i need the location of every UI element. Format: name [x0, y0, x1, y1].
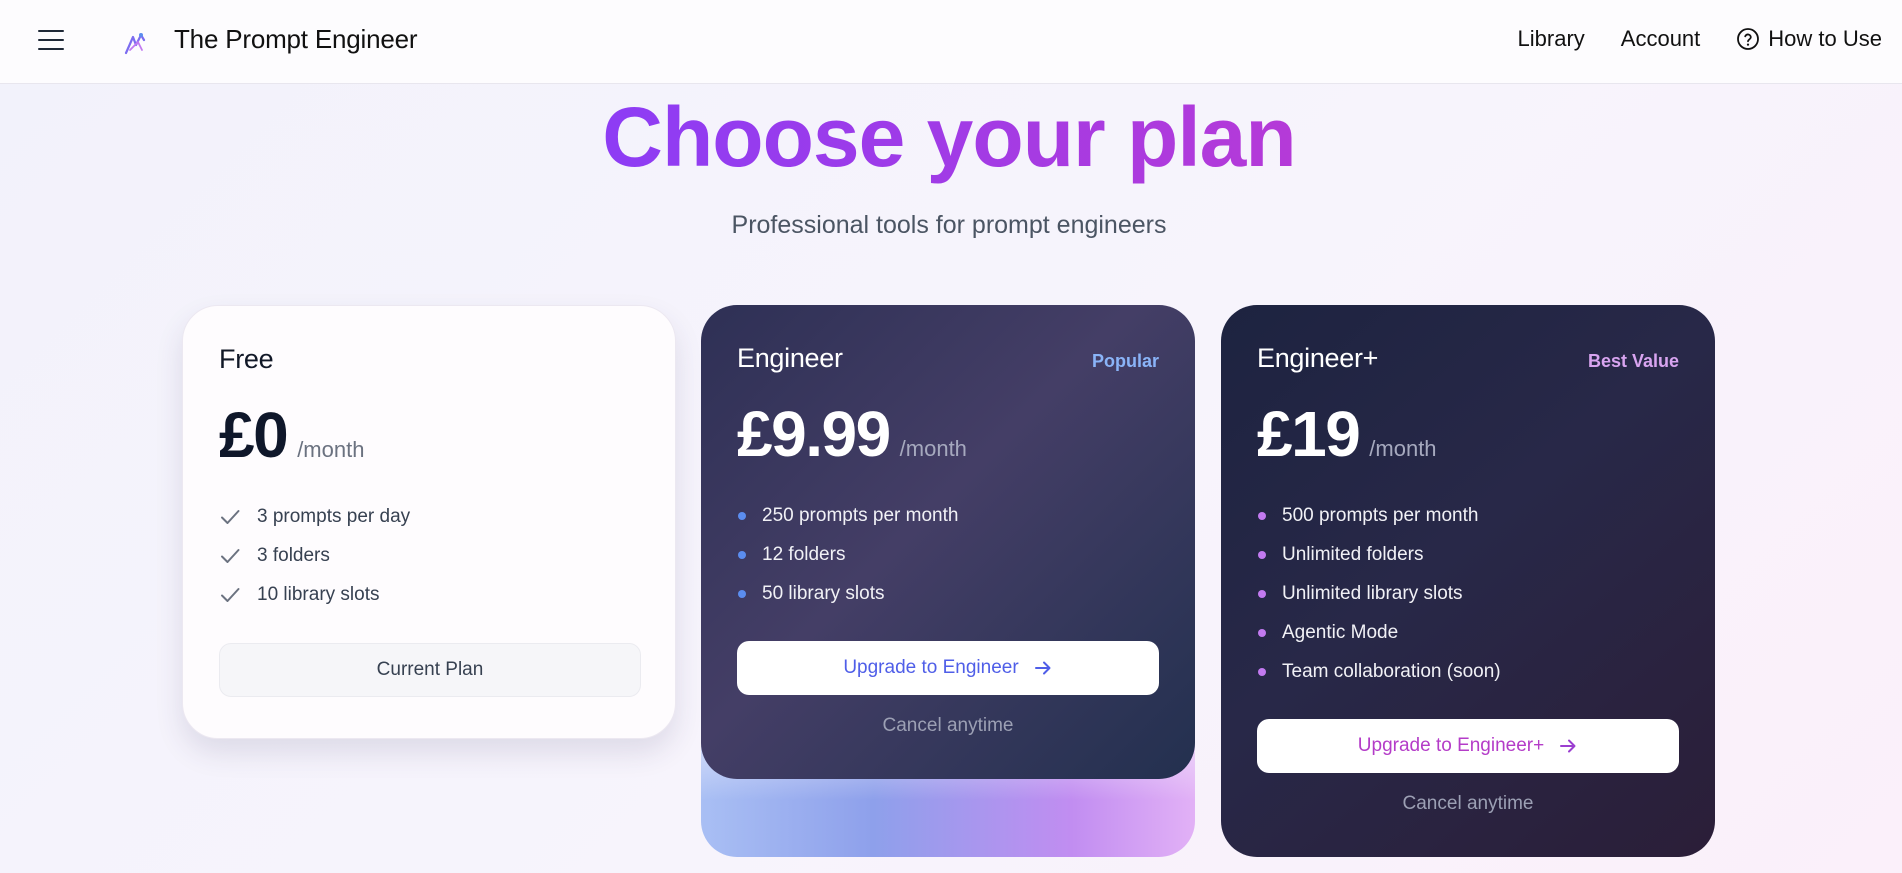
plan-period: /month	[297, 437, 365, 462]
plan-card-header: Engineer+ Best Value	[1257, 343, 1679, 374]
list-item: 50 library slots	[737, 574, 1159, 613]
feature-list: 3 prompts per day 3 folders 10 library s…	[219, 497, 639, 614]
bullet-dot-icon	[1258, 628, 1266, 637]
feature-text: 3 prompts per day	[257, 505, 411, 527]
cancel-anytime-note: Cancel anytime	[882, 715, 1014, 736]
logo-icon[interactable]	[120, 28, 150, 58]
plan-price: £0	[219, 399, 289, 471]
bullet-dot-icon	[1258, 550, 1266, 559]
upgrade-engineer-button[interactable]: Upgrade to Engineer	[737, 641, 1159, 695]
check-icon	[221, 509, 240, 524]
price-row: £0 /month	[219, 397, 639, 473]
plan-name: Engineer	[737, 343, 843, 373]
check-icon	[221, 548, 240, 563]
list-item: 250 prompts per month	[737, 496, 1159, 535]
feature-text: Agentic Mode	[1282, 621, 1399, 643]
feature-text: Unlimited library slots	[1282, 582, 1463, 604]
arrow-right-icon	[1034, 661, 1051, 675]
bullet-dot-icon	[738, 550, 746, 559]
plan-card-free: Free £0 /month 3 prompts per day 3 folde…	[182, 305, 676, 739]
plan-card-header: Free	[219, 344, 639, 375]
bullet-dot-icon	[1258, 667, 1266, 676]
feature-text: 500 prompts per month	[1282, 504, 1479, 526]
plan-card-engineer-plus: Engineer+ Best Value £19 /month 500 prom…	[1221, 305, 1715, 857]
bullet-dot-icon	[738, 589, 746, 598]
arrow-right-icon	[1560, 739, 1576, 753]
bullet-dot-icon	[1258, 589, 1266, 598]
feature-text: 10 library slots	[257, 583, 380, 605]
plan-name: Free	[219, 344, 274, 374]
feature-text: 50 library slots	[762, 582, 885, 604]
list-item: Unlimited library slots	[1257, 574, 1679, 613]
bullet-dot-icon	[1258, 511, 1266, 520]
plan-price: £19	[1257, 398, 1361, 470]
nav-how-to-use-link[interactable]: How to Use	[1736, 26, 1882, 52]
upgrade-engineer-plus-label: Upgrade to Engineer+	[1357, 735, 1545, 756]
popular-badge: Popular	[1091, 351, 1159, 371]
plan-price: £9.99	[737, 398, 891, 470]
top-navigation-bar: The Prompt Engineer Library Account How …	[0, 0, 1902, 84]
list-item: 10 library slots	[219, 575, 639, 614]
upgrade-engineer-label: Upgrade to Engineer	[843, 657, 1019, 678]
plan-card-engineer: Engineer Popular £9.99 /month 250 prompt…	[701, 305, 1195, 779]
nav-account-link[interactable]: Account	[1621, 26, 1701, 52]
cancel-anytime-note: Cancel anytime	[1402, 793, 1534, 814]
current-plan-button[interactable]: Current Plan	[219, 643, 641, 697]
feature-text: 3 folders	[257, 544, 330, 566]
feature-text: 250 prompts per month	[762, 504, 959, 526]
nav-library-link[interactable]: Library	[1518, 26, 1585, 52]
plan-card-header: Engineer Popular	[737, 343, 1159, 374]
list-item: Unlimited folders	[1257, 535, 1679, 574]
list-item: Agentic Mode	[1257, 613, 1679, 652]
list-item: 3 folders	[219, 536, 639, 575]
main-nav: Library Account How to Use	[1482, 26, 1882, 52]
hamburger-menu-icon[interactable]	[38, 30, 64, 52]
feature-list: 250 prompts per month 12 folders 50 libr…	[737, 496, 1159, 613]
brand-name[interactable]: The Prompt Engineer	[174, 24, 418, 55]
price-row: £19 /month	[1257, 396, 1679, 472]
upgrade-engineer-plus-button[interactable]: Upgrade to Engineer+	[1257, 719, 1679, 773]
check-icon	[221, 587, 240, 602]
list-item: 12 folders	[737, 535, 1159, 574]
bullet-dot-icon	[738, 511, 746, 520]
best-value-badge: Best Value	[1587, 351, 1679, 371]
feature-text: Team collaboration (soon)	[1282, 660, 1501, 682]
feature-text: Unlimited folders	[1282, 543, 1424, 565]
plan-name: Engineer+	[1257, 343, 1379, 373]
list-item: 3 prompts per day	[219, 497, 639, 536]
feature-text: 12 folders	[762, 543, 846, 565]
page-title: Choose your plan	[0, 84, 1898, 190]
price-row: £9.99 /month	[737, 396, 1159, 472]
question-circle-icon	[1737, 28, 1760, 50]
list-item: Team collaboration (soon)	[1257, 652, 1679, 691]
page-subtitle: Professional tools for prompt engineers	[731, 211, 1167, 239]
list-item: 500 prompts per month	[1257, 496, 1679, 535]
feature-list: 500 prompts per month Unlimited folders …	[1257, 496, 1679, 691]
plan-period: /month	[899, 436, 967, 461]
nav-how-to-use-label: How to Use	[1768, 26, 1882, 51]
plan-period: /month	[1369, 436, 1437, 461]
